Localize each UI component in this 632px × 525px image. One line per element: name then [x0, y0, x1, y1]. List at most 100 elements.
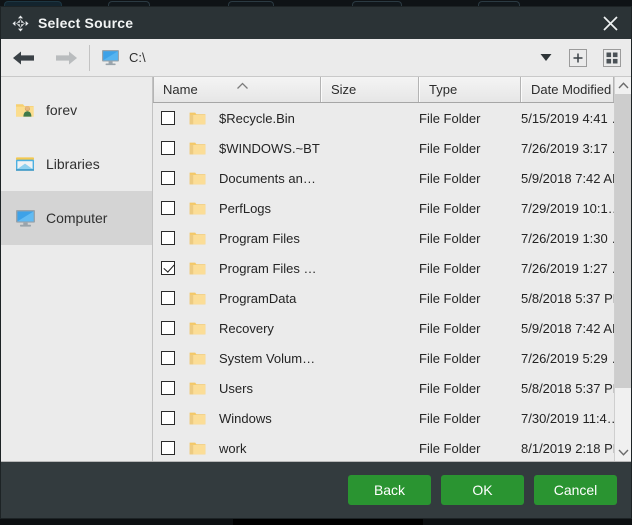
column-header-label: Size: [331, 82, 357, 97]
row-checkbox[interactable]: [161, 441, 175, 455]
table-row[interactable]: Program Files … File Folder 7/26/2019 1:27…: [153, 253, 614, 283]
sidebar-item-libraries[interactable]: Libraries: [1, 137, 152, 191]
row-checkbox[interactable]: [161, 381, 175, 395]
file-date-cell: 5/9/2018 7:42 AM: [521, 320, 614, 336]
row-checkbox[interactable]: [161, 231, 175, 245]
row-checkbox[interactable]: [161, 171, 175, 185]
path-text: C:\: [129, 50, 146, 65]
folder-icon: [189, 141, 206, 156]
column-header-size[interactable]: Size: [321, 77, 419, 102]
file-list-header: Name Size Type Date Modified: [153, 77, 614, 103]
file-name-label: Windows: [219, 410, 272, 426]
forward-button[interactable]: [45, 40, 87, 76]
folder-icon: [189, 261, 206, 276]
column-header-label: Type: [429, 82, 458, 97]
table-row[interactable]: PerfLogs File Folder 7/29/2019 10:1…: [153, 193, 614, 223]
file-date-cell: 7/30/2019 11:4…: [521, 410, 614, 426]
toolbar-divider: [89, 44, 90, 71]
scroll-up-button[interactable]: [615, 77, 631, 94]
scroll-down-button[interactable]: [615, 444, 631, 461]
file-type-cell: File Folder: [419, 140, 481, 156]
folder-icon: [189, 171, 206, 186]
path-dropdown-button[interactable]: [531, 40, 561, 76]
screen: Select Source C:\ forev Libraries Comput…: [0, 0, 632, 525]
column-header-label: Date Modified: [531, 82, 612, 97]
sidebar-item-label: Libraries: [46, 156, 100, 172]
dialog-footer: Back OK Cancel: [1, 462, 631, 518]
back-button[interactable]: Back: [348, 475, 431, 505]
file-type-cell: File Folder: [419, 260, 481, 276]
file-name-label: Program Files: [219, 230, 300, 246]
places-sidebar: forev Libraries Computer: [1, 77, 153, 461]
file-type-cell: File Folder: [419, 110, 481, 126]
file-type-cell: File Folder: [419, 380, 481, 396]
path-input[interactable]: C:\: [95, 40, 531, 76]
file-date-cell: 7/26/2019 1:27 …: [521, 260, 614, 276]
sidebar-item-computer[interactable]: Computer: [1, 191, 152, 245]
file-date-cell: 5/9/2018 7:42 AM: [521, 170, 614, 186]
view-mode-button[interactable]: [595, 40, 629, 76]
folder-icon: [189, 291, 206, 306]
table-row[interactable]: Recovery File Folder 5/9/2018 7:42 AM: [153, 313, 614, 343]
table-row[interactable]: $WINDOWS.~BT File Folder 7/26/2019 3:17 …: [153, 133, 614, 163]
file-name-label: System Volum…: [219, 350, 316, 366]
folder-icon: [189, 201, 206, 216]
ok-button[interactable]: OK: [441, 475, 524, 505]
cancel-button[interactable]: Cancel: [534, 475, 617, 505]
row-checkbox[interactable]: [161, 351, 175, 365]
back-button[interactable]: [3, 40, 45, 76]
row-checkbox[interactable]: [161, 141, 175, 155]
table-row[interactable]: Program Files File Folder 7/26/2019 1:30 …: [153, 223, 614, 253]
file-name-label: Recovery: [219, 320, 274, 336]
table-row[interactable]: Windows File Folder 7/30/2019 11:4…: [153, 403, 614, 433]
table-row[interactable]: ProgramData File Folder 5/8/2018 5:37 PM: [153, 283, 614, 313]
file-name-cell: Program Files …: [153, 261, 321, 276]
table-row[interactable]: work File Folder 8/1/2019 2:18 PM: [153, 433, 614, 461]
scrollbar-track[interactable]: [615, 94, 631, 444]
row-checkbox[interactable]: [161, 201, 175, 215]
folder-icon: [189, 411, 206, 426]
taskbar-peek: [233, 519, 423, 525]
column-header-name[interactable]: Name: [153, 77, 321, 102]
file-name-cell: work: [153, 441, 321, 456]
file-date-cell: 5/15/2019 4:41 …: [521, 110, 614, 126]
folder-icon: [189, 441, 206, 456]
sidebar-item-label: Computer: [46, 210, 108, 226]
file-name-label: PerfLogs: [219, 200, 272, 216]
table-row[interactable]: $Recycle.Bin File Folder 5/15/2019 4:41 …: [153, 103, 614, 133]
file-list-rows[interactable]: $Recycle.BinFile Folder5/15/2019 4:41 …$…: [153, 103, 614, 461]
row-checkbox[interactable]: [161, 291, 175, 305]
file-name-label: $Recycle.Bin: [219, 110, 295, 126]
table-row[interactable]: Users File Folder 5/8/2018 5:37 PM: [153, 373, 614, 403]
row-checkbox[interactable]: [161, 321, 175, 335]
caret-up-icon: [617, 82, 629, 89]
column-header-type[interactable]: Type: [419, 77, 521, 102]
column-header-date-modified[interactable]: Date Modified: [521, 77, 614, 102]
dialog-title: Select Source: [38, 15, 134, 31]
sidebar-item-forev[interactable]: forev: [1, 83, 152, 137]
plus-icon: [569, 48, 587, 67]
chevron-down-icon: [540, 54, 552, 61]
close-icon[interactable]: [597, 10, 623, 36]
computer-monitor-icon: [101, 49, 121, 66]
caret-down-icon: [617, 449, 629, 456]
vertical-scrollbar[interactable]: [614, 77, 631, 461]
file-date-cell: 5/8/2018 5:37 PM: [521, 380, 614, 396]
file-date-cell: 7/26/2019 5:29 …: [521, 350, 614, 366]
dialog-body: forev Libraries Computer Name Size Type …: [1, 77, 631, 462]
file-name-label: Documents an…: [219, 170, 316, 186]
row-checkbox[interactable]: [161, 111, 175, 125]
row-checkbox[interactable]: [161, 411, 175, 425]
folder-icon: [189, 231, 206, 246]
table-row[interactable]: Documents an… File Folder 5/9/2018 7:42 AM: [153, 163, 614, 193]
scrollbar-thumb[interactable]: [615, 94, 631, 388]
file-browser-pane: Name Size Type Date Modified $Recycle.Bi…: [153, 77, 631, 461]
file-name-cell: $Recycle.Bin: [153, 111, 321, 126]
row-checkbox[interactable]: [161, 261, 175, 275]
table-row[interactable]: System Volum… File Folder 7/26/2019 5:29 …: [153, 343, 614, 373]
arrow-left-icon: [13, 51, 34, 64]
file-name-cell: Program Files: [153, 231, 321, 246]
new-folder-button[interactable]: [561, 40, 595, 76]
file-name-label: ProgramData: [219, 290, 297, 306]
dialog-titlebar[interactable]: Select Source: [1, 7, 631, 39]
